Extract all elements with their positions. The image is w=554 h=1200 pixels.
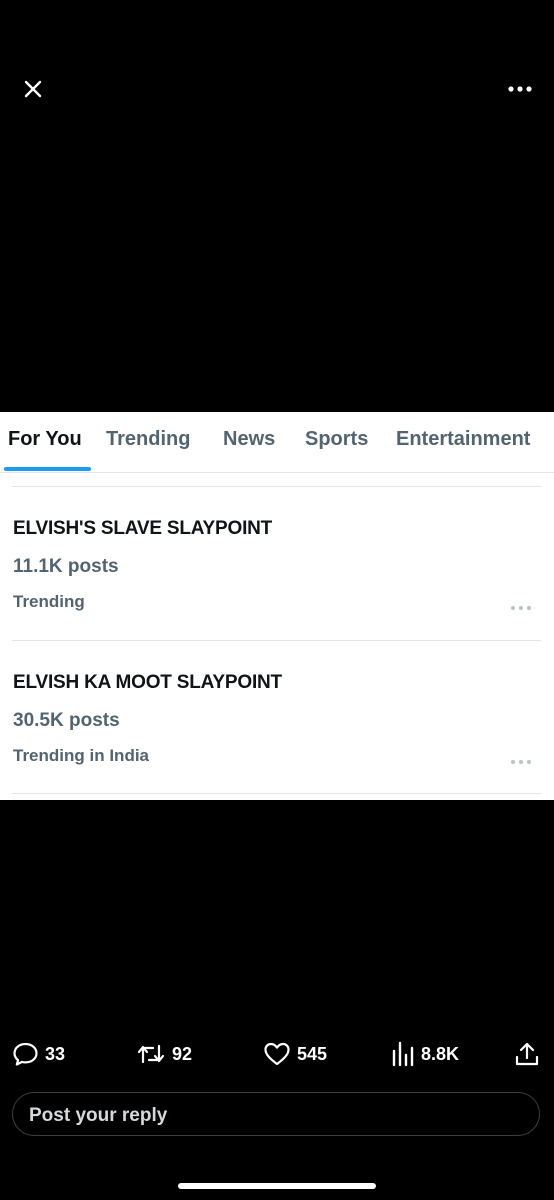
- tab-news[interactable]: News: [223, 428, 275, 451]
- tab-trending[interactable]: Trending: [106, 428, 190, 451]
- share-button[interactable]: [514, 1034, 540, 1074]
- divider: [12, 640, 541, 641]
- trend-context: Trending in India: [13, 746, 149, 765]
- explore-tabs: For You Trending News Sports Entertainme…: [0, 412, 554, 473]
- view-count: 8.8K: [421, 1043, 460, 1064]
- reply-count: 33: [45, 1043, 66, 1064]
- repost-button[interactable]: 92: [136, 1034, 192, 1074]
- more-options-button[interactable]: [500, 74, 540, 104]
- reply-input[interactable]: Post your reply: [12, 1092, 540, 1136]
- close-icon: [24, 80, 42, 98]
- reply-icon: [13, 1042, 38, 1066]
- trend-post-count: 30.5K posts: [13, 710, 120, 731]
- trend-title: ELVISH KA MOOT SLAYPOINT: [13, 672, 282, 693]
- reply-button[interactable]: 33: [12, 1034, 65, 1074]
- trend-item[interactable]: ELVISH'S SLAVE SLAYPOINT 11.1K posts Tre…: [13, 518, 541, 612]
- views-button[interactable]: 8.8K: [391, 1034, 459, 1074]
- divider: [12, 793, 541, 794]
- like-button[interactable]: 545: [263, 1034, 327, 1074]
- like-count: 545: [297, 1043, 328, 1064]
- repost-count: 92: [172, 1043, 193, 1064]
- divider: [12, 486, 541, 487]
- trend-post-count: 11.1K posts: [13, 556, 119, 577]
- trend-more-icon[interactable]: [509, 602, 533, 614]
- trend-item[interactable]: ELVISH KA MOOT SLAYPOINT 30.5K posts Tre…: [13, 672, 541, 766]
- heart-icon: [264, 1042, 290, 1066]
- media-image[interactable]: For You Trending News Sports Entertainme…: [0, 412, 554, 800]
- tab-for-you[interactable]: For You: [8, 428, 82, 451]
- share-icon: [515, 1042, 539, 1066]
- trend-more-icon[interactable]: [509, 756, 533, 768]
- analytics-icon: [392, 1041, 414, 1067]
- more-horizontal-icon: [508, 86, 532, 92]
- reply-placeholder: Post your reply: [29, 1105, 168, 1126]
- trend-context: Trending: [13, 592, 85, 611]
- tab-sports[interactable]: Sports: [305, 428, 368, 451]
- close-button[interactable]: [16, 72, 50, 106]
- action-bar: 33 92 545 8.8K: [0, 1034, 554, 1074]
- home-indicator: [178, 1183, 376, 1189]
- tab-entertainment[interactable]: Entertainment: [396, 428, 530, 451]
- media-viewer-header: [0, 0, 554, 180]
- repost-icon: [137, 1044, 165, 1064]
- active-tab-indicator: [4, 467, 91, 471]
- trend-title: ELVISH'S SLAVE SLAYPOINT: [13, 518, 273, 539]
